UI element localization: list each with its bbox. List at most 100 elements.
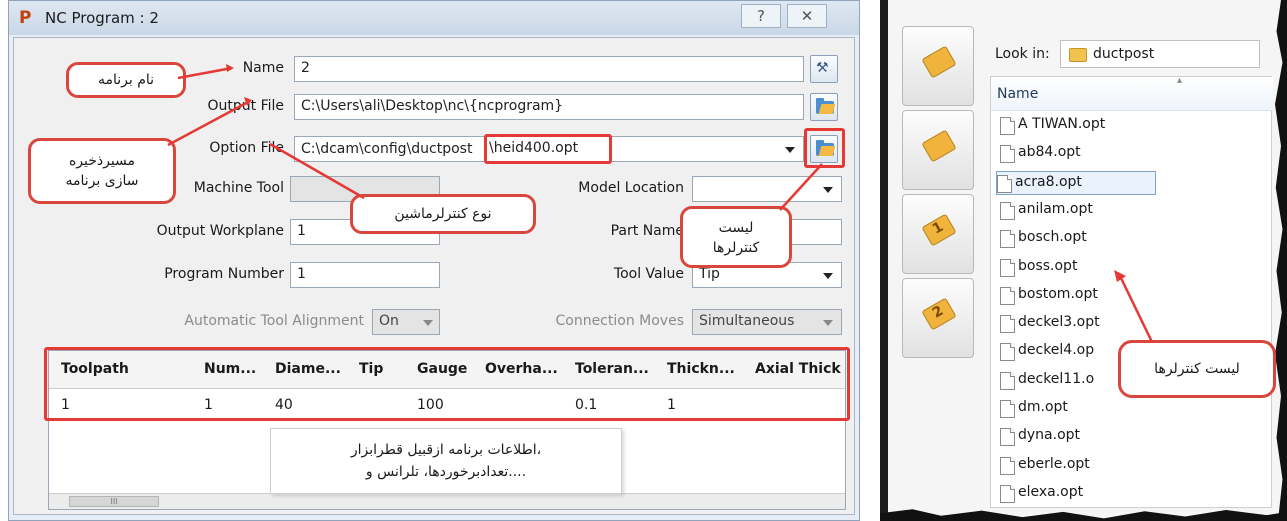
place-button-2[interactable]: 2 (902, 278, 974, 358)
callout-program-info: اطلاعات برنامه ازقبیل قطرابزار، تعدادبرخ… (270, 428, 622, 494)
file-name: anilam.opt (1018, 200, 1093, 217)
file-item[interactable]: deckel4.op (1000, 340, 1150, 364)
option-file-name: \heid400.opt (489, 140, 579, 156)
callout-pointer (779, 163, 823, 211)
file-name: deckel3.opt (1018, 314, 1100, 331)
parameters-icon: ⚒ (816, 60, 829, 76)
auto-tool-alignment-text: On (379, 313, 399, 329)
document-icon (1000, 400, 1015, 418)
open-file-dialog: 1 2 Look in: ductpost Name ▴ لیست کنترلر… (880, 0, 1287, 521)
file-item[interactable]: deckel3.opt (1000, 312, 1150, 336)
document-icon (1000, 117, 1015, 135)
column-header-label: Name (997, 86, 1039, 102)
file-name: ab84.opt (1018, 144, 1081, 161)
document-icon (997, 174, 1012, 193)
title-bar: P NC Program : 2 ? ✕ (9, 1, 859, 35)
auto-tool-alignment-select[interactable]: On (372, 309, 440, 335)
callout-text: اطلاعات برنامه ازقبیل قطرابزار، (350, 442, 542, 458)
document-icon (1000, 456, 1015, 475)
file-name: deckel4.op (1018, 342, 1095, 359)
option-file-highlight: \heid400.opt (484, 134, 612, 164)
callout-text: نوع کنترلرماشین (394, 206, 492, 222)
file-name: eberle.opt (1018, 455, 1090, 472)
callout-pointer (177, 64, 234, 80)
chevron-down-icon (823, 320, 833, 326)
table-highlight (44, 347, 850, 421)
output-file-browse-button[interactable] (810, 93, 838, 121)
document-icon (1000, 230, 1015, 249)
file-item[interactable]: acra8.opt (996, 170, 1156, 195)
file-item[interactable]: A TIWAN.opt (1000, 114, 1150, 138)
callout-text: لیست کنترلرها (1154, 361, 1240, 377)
help-button[interactable]: ? (741, 4, 781, 28)
connection-moves-label: Connection Moves (555, 313, 684, 329)
place-button-1[interactable]: 1 (902, 194, 974, 274)
file-name: bostom.opt (1018, 285, 1098, 302)
callout-controller-type: نوع کنترلرماشین (350, 194, 536, 234)
torn-edge (1275, 0, 1287, 521)
callout-pointer (167, 97, 252, 147)
file-name: elexa.opt (1018, 483, 1084, 500)
file-item[interactable]: ab84.opt (1000, 142, 1150, 166)
callout-text: تعدادبرخوردها، تلرانس و.... (365, 464, 527, 480)
look-in-label: Look in: (995, 46, 1050, 62)
name-column-header[interactable]: Name ▴ (991, 75, 1273, 111)
file-name: bosch.opt (1018, 229, 1087, 246)
chevron-down-icon (785, 147, 795, 153)
close-button[interactable]: ✕ (787, 4, 827, 28)
file-name: deckel11.o (1018, 370, 1095, 387)
output-workplane-label: Output Workplane (156, 223, 284, 239)
auto-tool-alignment-label: Automatic Tool Alignment (184, 313, 364, 329)
document-icon (1000, 428, 1015, 447)
look-in-select[interactable]: ductpost (1060, 40, 1260, 68)
output-file-input[interactable]: C:\Users\ali\Desktop\nc\{ncprogram} (294, 94, 804, 120)
document-icon (1000, 201, 1015, 220)
file-item[interactable]: elexa.opt (1000, 482, 1150, 506)
file-item[interactable]: dm.opt (1000, 397, 1150, 421)
sort-up-icon: ▴ (1177, 75, 1183, 86)
place-button[interactable] (902, 110, 974, 190)
place-button[interactable] (902, 26, 974, 106)
dialog-body: Name 2 ⚒ Output File C:\Users\ali\Deskto… (13, 37, 855, 515)
file-item[interactable]: anilam.opt (1000, 199, 1150, 223)
file-name: dm.opt (1018, 399, 1068, 415)
document-icon (1000, 371, 1015, 390)
program-number-input[interactable]: 1 (290, 262, 440, 288)
file-item[interactable]: bosch.opt (1000, 227, 1150, 251)
chevron-down-icon (423, 320, 433, 326)
folder-icon (921, 45, 957, 79)
chevron-down-icon (823, 273, 833, 279)
parameters-button[interactable]: ⚒ (810, 55, 838, 83)
callout-text: سازی برنامه (65, 173, 139, 189)
name-input[interactable]: 2 (294, 56, 804, 82)
horizontal-scrollbar[interactable]: III (49, 493, 845, 509)
name-label: Name (242, 60, 284, 76)
file-item[interactable]: eberle.opt (1000, 454, 1150, 478)
folder-1-icon: 1 (921, 213, 957, 247)
document-icon (1000, 484, 1015, 503)
file-name: acra8.opt (1015, 173, 1082, 190)
scrollbar-thumb[interactable]: III (69, 496, 159, 507)
file-name: boss.opt (1018, 257, 1078, 274)
document-icon (1000, 315, 1015, 334)
file-item[interactable]: bostom.opt (1000, 284, 1150, 308)
torn-edge (880, 509, 1287, 521)
folder-open-icon (816, 98, 834, 114)
callout-pointer (1114, 270, 1154, 343)
program-number-label: Program Number (164, 266, 284, 282)
folder-2-icon: 2 (921, 297, 957, 331)
callout-text: نام برنامه (97, 72, 155, 88)
callout-text: کنترلرها (712, 240, 760, 256)
document-icon (1000, 343, 1015, 362)
file-item[interactable]: boss.opt (1000, 256, 1150, 280)
folder-icon (1069, 48, 1087, 62)
document-icon (1000, 145, 1015, 164)
file-item[interactable]: deckel11.o (1000, 369, 1150, 393)
connection-moves-select[interactable]: Simultaneous (692, 309, 842, 335)
callout-text: مسیرذخیره (68, 153, 136, 169)
document-icon (1000, 286, 1015, 305)
file-item[interactable]: dyna.opt (1000, 425, 1150, 449)
nc-program-dialog: P NC Program : 2 ? ✕ Name 2 ⚒ Output Fil… (8, 0, 860, 521)
part-name-label: Part Name (610, 223, 684, 239)
model-location-label: Model Location (578, 180, 684, 196)
